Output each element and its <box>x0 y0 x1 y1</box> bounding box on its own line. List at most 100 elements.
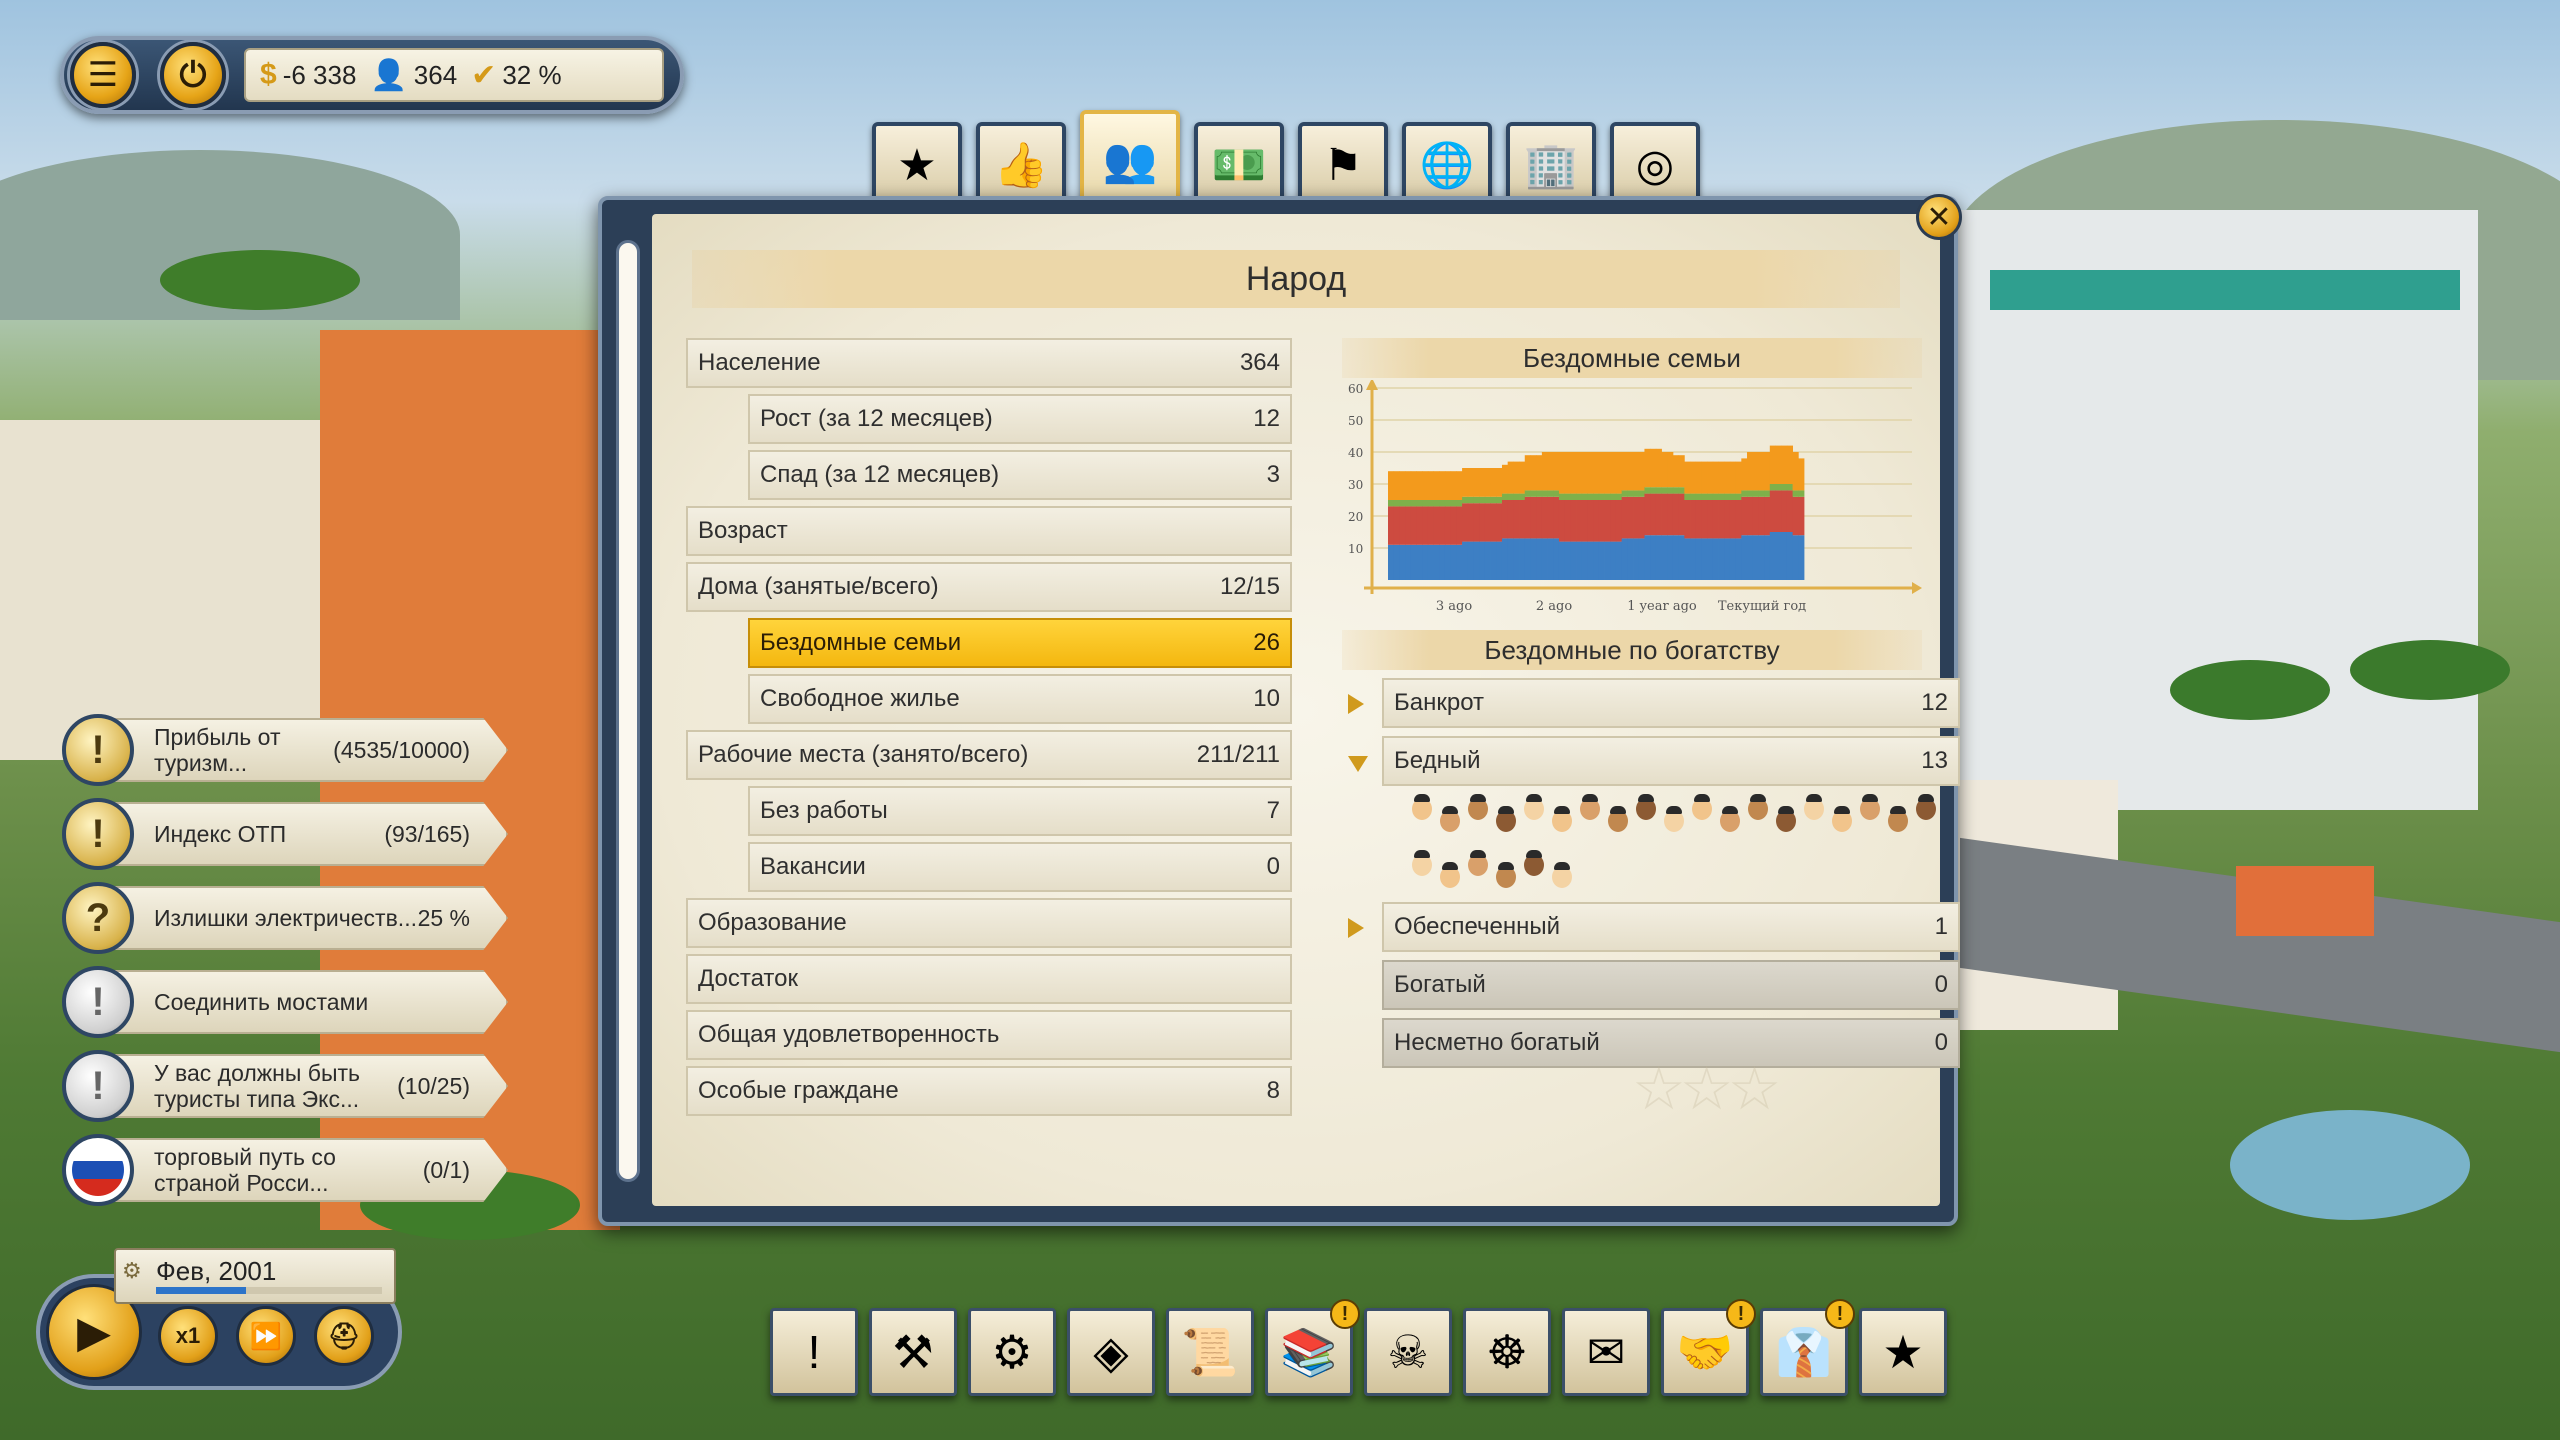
stat-row[interactable]: Общая удовлетворенность <box>686 1010 1292 1060</box>
objective-item[interactable]: У вас должны быть туристы типа Экс... (10… <box>62 1048 508 1124</box>
objective-body[interactable]: Излишки электричеств... 25 % <box>98 886 508 950</box>
citizen-face-icon[interactable] <box>1412 850 1432 876</box>
toolbar-button-ship-wheel[interactable]: ☸ <box>1463 1308 1551 1396</box>
citizen-face-icon[interactable] <box>1832 806 1852 832</box>
approval-resource[interactable]: ✔ 32 % <box>471 58 561 93</box>
citizen-face-icon[interactable] <box>1664 806 1684 832</box>
bar-segment-red <box>1456 506 1463 545</box>
toolbar-button-exclamation[interactable]: ! <box>770 1308 858 1396</box>
objective-body[interactable]: Индекс ОТП (93/165) <box>98 802 508 866</box>
citizen-face-icon[interactable] <box>1412 794 1432 820</box>
speed-x1-button[interactable]: x1 <box>158 1306 218 1366</box>
collapse-arrow-icon[interactable] <box>1348 756 1368 772</box>
toolbar-button-books[interactable]: 📚! <box>1265 1299 1360 1396</box>
citizen-face-icon[interactable] <box>1496 806 1516 832</box>
objective-body[interactable]: Соединить мостами <box>98 970 508 1034</box>
toolbar-button-map-overlay[interactable]: ◈ <box>1067 1308 1155 1396</box>
toolbar-button-diplomacy[interactable]: 🤝! <box>1661 1299 1756 1396</box>
bar-segment-green <box>1524 490 1531 497</box>
citizen-face-icon[interactable] <box>1916 794 1936 820</box>
objective-body[interactable]: У вас должны быть туристы типа Экс... (10… <box>98 1054 508 1118</box>
expand-arrow-icon[interactable] <box>1348 694 1364 714</box>
citizen-face-icon[interactable] <box>1888 806 1908 832</box>
wealth-row[interactable]: Бедный 13 <box>1348 736 1960 786</box>
bar-segment-orange <box>1444 471 1452 500</box>
bar-segment-orange <box>1667 452 1674 488</box>
citizen-face-icon[interactable] <box>1496 862 1516 888</box>
citizen-face-icon[interactable] <box>1524 850 1544 876</box>
exclamation-icon[interactable]: ! <box>62 966 134 1038</box>
wealth-row[interactable]: Обеспеченный 1 <box>1348 902 1960 952</box>
exclamation-icon[interactable]: ! <box>62 798 134 870</box>
citizen-face-icon[interactable] <box>1468 850 1488 876</box>
stat-row[interactable]: Население 364 <box>686 338 1292 388</box>
citizen-face-icon[interactable] <box>1720 806 1740 832</box>
toolbar-button-pirate-flag[interactable]: ☠ <box>1364 1308 1452 1396</box>
stat-row[interactable]: Рабочие места (занято/всего) 211/211 <box>686 730 1292 780</box>
bar-segment-green <box>1473 496 1480 504</box>
stat-row[interactable]: Рост (за 12 месяцев) 12 <box>748 394 1292 444</box>
stat-row[interactable]: Дома (занятые/всего) 12/15 <box>686 562 1292 612</box>
question-icon[interactable]: ? <box>62 882 134 954</box>
power-button[interactable]: ⏻ <box>160 42 226 108</box>
approval-check-icon: ✔ <box>471 58 497 92</box>
toolbar-button-scroll[interactable]: 📜 <box>1166 1308 1254 1396</box>
citizen-face-icon[interactable] <box>1580 794 1600 820</box>
stat-row[interactable]: Свободное жилье 10 <box>748 674 1292 724</box>
toolbar-button-president[interactable]: 👔! <box>1760 1299 1855 1396</box>
stat-row[interactable]: Спад (за 12 месяцев) 3 <box>748 450 1292 500</box>
expand-arrow-icon[interactable] <box>1348 918 1364 938</box>
population-resource[interactable]: 👤 364 <box>370 58 457 93</box>
objective-item[interactable]: Соединить мостами! <box>62 964 508 1040</box>
bar-segment-blue <box>1433 544 1440 580</box>
russia-flag-icon[interactable] <box>62 1134 134 1206</box>
wealth-row[interactable]: Богатый 0 <box>1382 960 1960 1010</box>
citizen-face-icon[interactable] <box>1636 794 1656 820</box>
citizen-face-icon[interactable] <box>1468 794 1488 820</box>
citizen-face-icon[interactable] <box>1748 794 1768 820</box>
objective-item[interactable]: торговый путь со страной Росси... (0/1) <box>62 1132 508 1208</box>
money-resource[interactable]: $ -6 338 <box>260 58 356 92</box>
citizen-face-icon[interactable] <box>1440 862 1460 888</box>
stat-row[interactable]: Бездомные семьи 26 <box>748 618 1292 668</box>
objective-body[interactable]: Прибыль от туризм... (4535/10000) <box>98 718 508 782</box>
bar-segment-green <box>1507 493 1514 500</box>
toolbar-button-hammer[interactable]: ⚒ <box>869 1308 957 1396</box>
bar-segment-orange <box>1678 455 1685 488</box>
objective-item[interactable]: Индекс ОТП (93/165)! <box>62 796 508 872</box>
close-button[interactable]: ✕ <box>1916 194 1962 240</box>
citizen-face-icon[interactable] <box>1608 806 1628 832</box>
menu-button[interactable]: ☰ <box>70 42 136 108</box>
toolbar-button-edict[interactable]: ✉ <box>1562 1308 1650 1396</box>
toolbar-button-faction-star[interactable]: ★ <box>1859 1308 1947 1396</box>
stat-row[interactable]: Без работы 7 <box>748 786 1292 836</box>
stat-row[interactable]: Возраст <box>686 506 1292 556</box>
citizen-face-icon[interactable] <box>1440 806 1460 832</box>
objective-body[interactable]: торговый путь со страной Росси... (0/1) <box>98 1138 508 1202</box>
stat-row[interactable]: Образование <box>686 898 1292 948</box>
toolbar-button-almanac[interactable]: ⚙ <box>968 1308 1056 1396</box>
stat-row[interactable]: Особые граждане 8 <box>686 1066 1292 1116</box>
citizen-face-icon[interactable] <box>1776 806 1796 832</box>
bar-segment-green <box>1405 500 1412 507</box>
advisor-button[interactable]: ⛑ <box>314 1306 374 1366</box>
exclamation-icon[interactable]: ! <box>62 714 134 786</box>
map-overlay-icon: ◈ <box>1093 1326 1129 1378</box>
objective-item[interactable]: Прибыль от туризм... (4535/10000)! <box>62 712 508 788</box>
citizen-face-icon[interactable] <box>1860 794 1880 820</box>
objective-item[interactable]: Излишки электричеств... 25 %? <box>62 880 508 956</box>
palm-tree <box>160 250 360 310</box>
y-tick-label: 10 <box>1348 542 1363 556</box>
citizen-face-icon[interactable] <box>1552 806 1572 832</box>
stat-row[interactable]: Достаток <box>686 954 1292 1004</box>
citizen-face-icon[interactable] <box>1552 862 1572 888</box>
citizen-face-icon[interactable] <box>1804 794 1824 820</box>
stat-row[interactable]: Вакансии 0 <box>748 842 1292 892</box>
citizen-face-icon[interactable] <box>1524 794 1544 820</box>
citizen-face-icon[interactable] <box>1692 794 1712 820</box>
exclamation-icon[interactable]: ! <box>62 1050 134 1122</box>
x-tick-label: 1 year ago <box>1627 599 1697 614</box>
wealth-row[interactable]: Банкрот 12 <box>1348 678 1960 728</box>
fast-forward-button[interactable]: ⏩ <box>236 1306 296 1366</box>
tab-people-portrait[interactable]: 👥 <box>1080 110 1180 210</box>
